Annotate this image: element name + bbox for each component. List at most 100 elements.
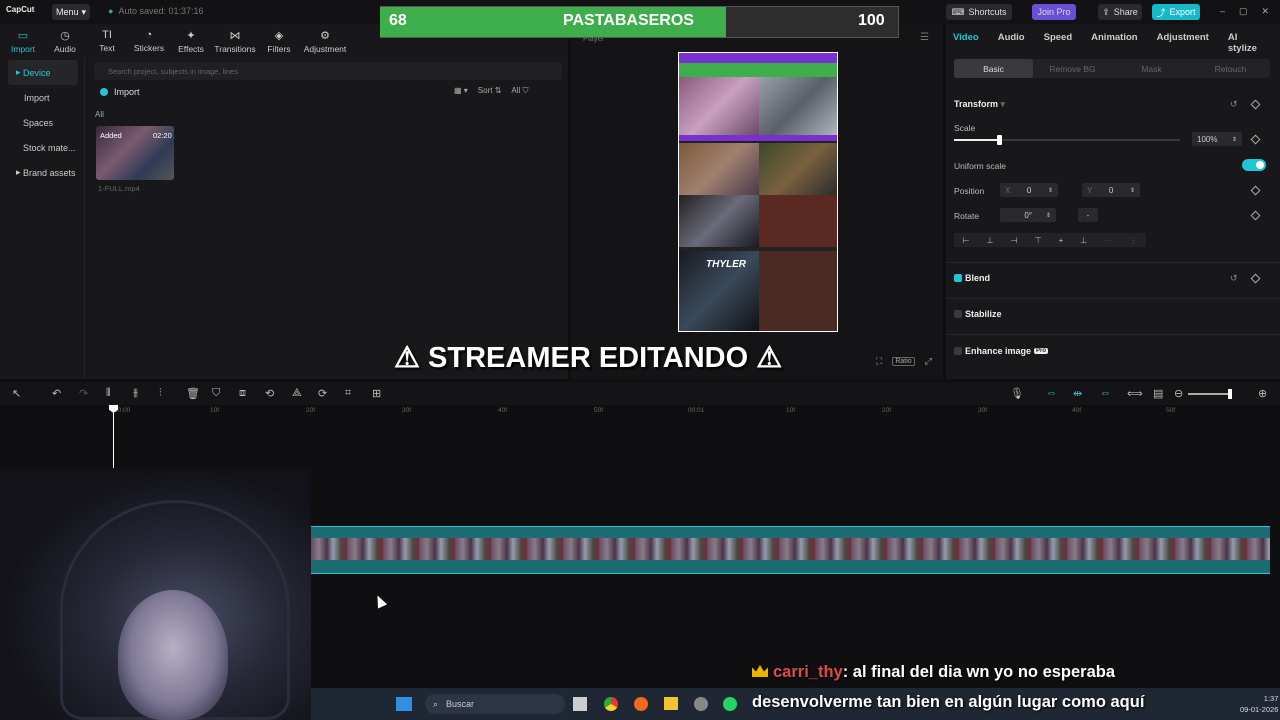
subtab-retouch[interactable]: Retouch: [1191, 59, 1270, 78]
rotate-reset-button[interactable]: -: [1078, 208, 1098, 222]
whatsapp-icon[interactable]: [723, 697, 737, 711]
sidebar-item-import[interactable]: Import: [8, 85, 78, 110]
filter-button[interactable]: All ⛉: [511, 86, 528, 96]
auto-reframe-icon[interactable]: ⊞: [372, 387, 381, 400]
link-clips-icon[interactable]: ⇔: [1046, 387, 1057, 399]
distribute-v-icon[interactable]: ⋮: [1129, 236, 1137, 245]
tab-video[interactable]: Video: [953, 32, 979, 54]
join-pro-button[interactable]: Join Pro: [1032, 4, 1076, 20]
settings-icon[interactable]: [694, 697, 708, 711]
freeze-icon[interactable]: ⧈: [239, 387, 246, 400]
tab-adjustment-props[interactable]: Adjustment: [1157, 32, 1209, 54]
marker-icon[interactable]: ⛉: [212, 387, 220, 400]
select-tool-icon[interactable]: ↖: [12, 387, 21, 400]
playhead[interactable]: [113, 408, 114, 468]
zoom-in-icon[interactable]: ⊕: [1258, 387, 1267, 400]
reset-icon[interactable]: ↺: [1230, 273, 1238, 284]
split-icon[interactable]: ⫴: [106, 387, 111, 400]
position-x-input[interactable]: X 0 ⇕: [1000, 183, 1058, 197]
delete-icon[interactable]: 🗑: [186, 387, 200, 400]
grid-view-icon[interactable]: ▦ ▾: [454, 86, 468, 96]
scale-slider-handle[interactable]: [997, 135, 1002, 145]
sidebar-item-stock[interactable]: Stock mate...: [8, 135, 78, 160]
tab-speed[interactable]: Speed: [1044, 32, 1073, 54]
tab-stickers[interactable]: ◔ Stickers: [130, 24, 168, 58]
split-left-icon[interactable]: ⫵: [133, 387, 138, 400]
subtab-basic[interactable]: Basic: [954, 59, 1033, 78]
taskbar-search[interactable]: ⌕ Buscar: [425, 694, 565, 714]
rotate-input[interactable]: 0° ⇕: [1000, 208, 1056, 222]
reset-icon[interactable]: ↺: [1230, 99, 1238, 110]
search-input[interactable]: Search project, subjects in image, lines: [94, 62, 562, 80]
subtab-mask[interactable]: Mask: [1112, 59, 1191, 78]
folder-icon[interactable]: [664, 697, 678, 710]
tab-audio[interactable]: ◷ Audio: [46, 24, 84, 58]
tab-audio-props[interactable]: Audio: [998, 32, 1025, 54]
position-y-input[interactable]: Y 0 ⇕: [1082, 183, 1140, 197]
tab-import[interactable]: ▭ Import: [4, 24, 42, 58]
tab-effects[interactable]: ✦ Effects: [172, 24, 210, 58]
task-view-icon[interactable]: [573, 697, 587, 711]
mirror-icon[interactable]: ⟁: [292, 387, 302, 400]
minimize-icon[interactable]: –: [1220, 6, 1225, 17]
align-right-icon[interactable]: ⊣: [1011, 236, 1018, 245]
fit-icon[interactable]: ⛶: [876, 356, 882, 367]
tab-animation[interactable]: Animation: [1091, 32, 1137, 54]
linkage-icon[interactable]: ⇔: [1100, 387, 1111, 399]
maximize-icon[interactable]: ▢: [1239, 6, 1248, 17]
stabilize-section[interactable]: Stabilize: [954, 309, 1002, 319]
close-icon[interactable]: ✕: [1262, 6, 1270, 17]
player-menu-icon[interactable]: ☰: [920, 32, 929, 43]
zoom-slider[interactable]: [1188, 393, 1232, 395]
align-left-icon[interactable]: ⊢: [963, 236, 970, 245]
export-button[interactable]: ⤴ Export: [1152, 4, 1200, 20]
scale-input[interactable]: 100% ⇕: [1192, 132, 1242, 146]
preview-axis-icon[interactable]: ⟺: [1127, 387, 1143, 400]
zoom-slider-handle[interactable]: [1228, 389, 1232, 399]
crop-icon[interactable]: ⌗: [345, 387, 351, 400]
align-center-icon[interactable]: ⊥: [987, 236, 994, 245]
align-bottom-icon[interactable]: ⊥: [1080, 236, 1087, 245]
uniform-scale-toggle[interactable]: [1242, 159, 1266, 171]
share-button[interactable]: ⇪ Share: [1098, 4, 1142, 20]
align-top-icon[interactable]: ⊤: [1035, 236, 1042, 245]
sidebar-item-device[interactable]: ▸ Device: [8, 60, 78, 85]
import-button[interactable]: Import: [100, 87, 140, 97]
magnet-icon[interactable]: ⇹: [1073, 387, 1082, 400]
redo-icon[interactable]: ↷: [79, 387, 88, 400]
fullscreen-icon[interactable]: ⤢: [925, 356, 932, 367]
zoom-out-icon[interactable]: ⊖: [1174, 387, 1183, 400]
tab-transitions[interactable]: ⋈ Transitions: [214, 24, 256, 58]
align-middle-icon[interactable]: +: [1059, 236, 1064, 245]
enhance-checkbox[interactable]: [954, 347, 962, 355]
sidebar-item-brand-assets[interactable]: ▸ Brand assets: [8, 160, 78, 185]
tab-ai-stylize[interactable]: AI stylize: [1228, 32, 1261, 54]
timeline-ruler[interactable]: [0, 405, 1280, 417]
preview-cell: [679, 195, 759, 247]
chrome-icon[interactable]: [604, 697, 618, 711]
system-clock[interactable]: 1:37 09-01-2026: [1240, 693, 1278, 715]
shortcuts-button[interactable]: ⌨ Shortcuts: [946, 4, 1012, 20]
tab-adjustment[interactable]: ⚙ Adjustment: [302, 24, 348, 58]
subtab-remove-bg[interactable]: Remove BG: [1033, 59, 1112, 78]
windows-start-icon[interactable]: [396, 697, 412, 711]
enhance-section[interactable]: Enhance image Pro: [954, 346, 1049, 356]
ratio-button[interactable]: Ratio: [892, 357, 915, 366]
sidebar-item-spaces[interactable]: Spaces: [8, 110, 78, 135]
caption-icon[interactable]: ▤: [1153, 387, 1163, 400]
sort-button[interactable]: Sort ⇅: [478, 86, 502, 96]
tab-text[interactable]: TI Text: [88, 24, 126, 58]
blend-section[interactable]: Blend: [954, 273, 990, 283]
undo-icon[interactable]: ↶: [52, 387, 61, 400]
microphone-icon[interactable]: 🎙: [1010, 387, 1024, 400]
reverse-icon[interactable]: ⟲: [265, 387, 274, 400]
split-right-icon[interactable]: ⫶: [159, 387, 162, 400]
tab-filters[interactable]: ◈ Filters: [260, 24, 298, 58]
firefox-icon[interactable]: [634, 697, 648, 711]
stabilize-checkbox[interactable]: [954, 310, 962, 318]
menu-button[interactable]: Menu ▾: [52, 4, 90, 20]
video-preview[interactable]: THYLER: [678, 52, 838, 332]
distribute-h-icon[interactable]: ⋯: [1104, 236, 1112, 245]
rotate-icon[interactable]: ⟳: [318, 387, 327, 400]
blend-checkbox[interactable]: [954, 274, 962, 282]
